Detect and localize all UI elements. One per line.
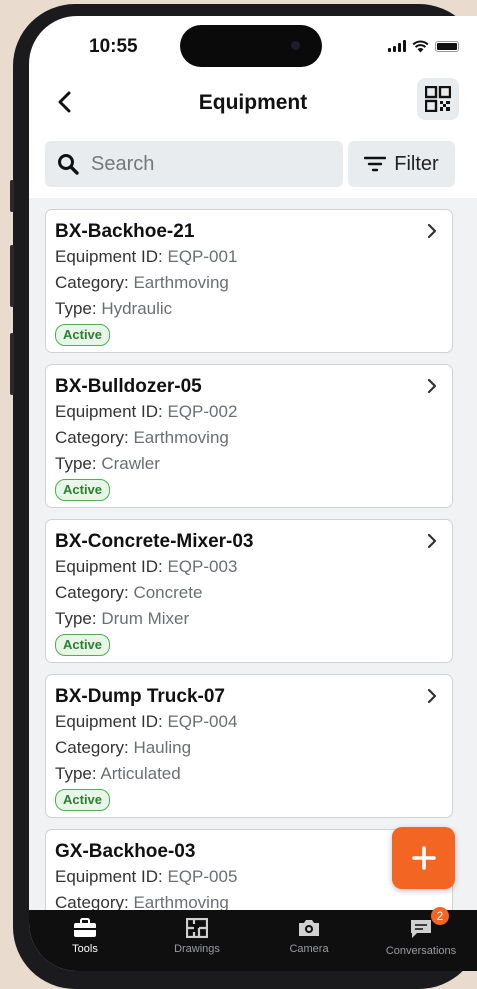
equipment-id-value: EQP-005 [167, 867, 238, 886]
search-row: Filter [45, 141, 455, 187]
equipment-card[interactable]: BX-Concrete-Mixer-03 Equipment ID: EQP-0… [45, 519, 453, 663]
wifi-icon [412, 40, 429, 52]
field-label: Equipment ID: [55, 247, 163, 266]
equipment-name: BX-Backhoe-21 [55, 221, 195, 242]
bottom-tab-bar: Tools Drawings Camera 2 Conversations [29, 907, 477, 971]
tab-label: Conversations [385, 945, 457, 957]
type-row: Type: Drum Mixer [55, 606, 452, 632]
tab-label: Drawings [174, 943, 220, 955]
equipment-card[interactable]: BX-Bulldozer-05 Equipment ID: EQP-002 Ca… [45, 364, 453, 508]
nav-header: Equipment [29, 78, 477, 134]
chevron-right-icon [427, 688, 437, 704]
filter-label: Filter [394, 152, 439, 175]
notification-badge: 2 [431, 907, 449, 925]
field-label: Category: [55, 738, 129, 757]
status-time: 10:55 [89, 36, 138, 57]
field-label: Type: [55, 764, 97, 783]
tab-drawings[interactable]: Drawings [141, 910, 253, 971]
search-input[interactable] [89, 151, 313, 177]
battery-icon [435, 40, 459, 52]
equipment-id-row: Equipment ID: EQP-002 [55, 399, 452, 425]
field-label: Category: [55, 428, 129, 447]
floorplan-icon [186, 918, 208, 938]
type-value: Hydraulic [101, 299, 173, 318]
equipment-name: BX-Bulldozer-05 [55, 376, 202, 397]
status-badge: Active [55, 634, 111, 656]
page-title: Equipment [198, 91, 308, 114]
filter-button[interactable]: Filter [348, 141, 455, 187]
equipment-name: BX-Dump Truck-07 [55, 686, 225, 707]
equipment-id-value: EQP-001 [167, 247, 238, 266]
field-label: Type: [55, 454, 97, 473]
field-label: Category: [55, 273, 129, 292]
equipment-id-row: Equipment ID: EQP-003 [55, 554, 452, 580]
signal-icon [388, 40, 406, 52]
type-value: Drum Mixer [101, 609, 190, 628]
mute-switch [10, 180, 14, 212]
category-value: Earthmoving [133, 893, 229, 910]
equipment-id-row: Equipment ID: EQP-001 [55, 244, 452, 270]
category-value: Hauling [133, 738, 192, 757]
equipment-id-value: EQP-002 [167, 402, 238, 421]
field-label: Equipment ID: [55, 867, 163, 886]
volume-down-button [10, 333, 14, 395]
equipment-name: BX-Concrete-Mixer-03 [55, 531, 254, 552]
equipment-card[interactable]: BX-Dump Truck-07 Equipment ID: EQP-004 C… [45, 674, 453, 818]
equipment-card[interactable]: BX-Backhoe-21 Equipment ID: EQP-001 Cate… [45, 209, 453, 353]
search-bar[interactable] [45, 141, 343, 187]
qr-scan-button[interactable] [417, 78, 459, 120]
dynamic-island [180, 25, 322, 67]
type-row: Type: Crawler [55, 451, 452, 477]
plus-icon [411, 846, 436, 870]
add-equipment-button[interactable] [392, 827, 455, 889]
type-value: Articulated [100, 764, 181, 783]
field-label: Type: [55, 609, 97, 628]
equipment-id-row: Equipment ID: EQP-004 [55, 709, 452, 735]
chat-icon [411, 920, 431, 938]
filter-icon [364, 156, 387, 172]
tab-tools[interactable]: Tools [29, 910, 141, 971]
equipment-list: BX-Backhoe-21 Equipment ID: EQP-001 Cate… [29, 198, 477, 910]
category-row: Category: Concrete [55, 580, 452, 606]
field-label: Type: [55, 299, 97, 318]
toolbox-icon [74, 918, 96, 937]
volume-up-button [10, 245, 14, 307]
category-value: Concrete [133, 583, 203, 602]
status-badge: Active [55, 324, 111, 346]
equipment-id-value: EQP-003 [167, 557, 238, 576]
field-label: Category: [55, 893, 129, 910]
qr-code-icon [425, 86, 451, 112]
camera-icon [299, 920, 319, 936]
tab-conversations[interactable]: 2 Conversations [365, 907, 477, 971]
field-label: Equipment ID: [55, 712, 163, 731]
category-value: Earthmoving [133, 273, 229, 292]
type-row: Type: Hydraulic [55, 296, 452, 322]
tab-camera[interactable]: Camera [253, 910, 365, 971]
field-label: Equipment ID: [55, 402, 163, 421]
type-value: Crawler [101, 454, 160, 473]
chevron-right-icon [427, 533, 437, 549]
chevron-right-icon [427, 223, 437, 239]
chevron-right-icon [427, 378, 437, 394]
status-badge: Active [55, 479, 111, 501]
tab-label: Tools [72, 943, 98, 955]
status-icons [388, 38, 459, 54]
category-row: Category: Earthmoving [55, 270, 452, 296]
category-row: Category: Earthmoving [55, 425, 452, 451]
status-bar: 10:55 [29, 16, 477, 76]
equipment-id-value: EQP-004 [167, 712, 238, 731]
type-row: Type: Articulated [55, 761, 452, 787]
field-label: Category: [55, 583, 129, 602]
tab-label: Camera [289, 943, 329, 955]
app-screen: 10:55 Equipment Search Filter BX-Backhoe… [29, 16, 477, 971]
category-value: Earthmoving [133, 428, 229, 447]
category-row: Category: Hauling [55, 735, 452, 761]
status-badge: Active [55, 789, 111, 811]
field-label: Equipment ID: [55, 557, 163, 576]
category-row: Category: Earthmoving [55, 890, 452, 910]
search-icon [58, 154, 79, 175]
